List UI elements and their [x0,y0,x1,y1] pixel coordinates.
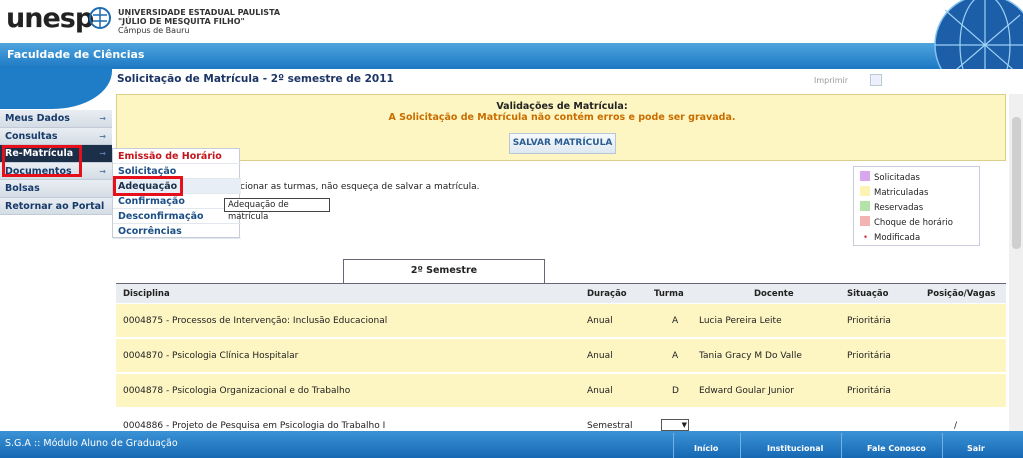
footer-title: S.G.A :: Módulo Aluno de Graduação [5,438,178,449]
footer-link-sair[interactable]: Sair [967,444,985,453]
university-name: UNIVERSIDADE ESTADUAL PAULISTA "JÚLIO DE… [118,8,281,35]
scrollbar-thumb[interactable] [1012,117,1021,249]
highlight-re-matricula [2,145,82,177]
footer-link-institucional[interactable]: Institucional [767,444,823,453]
sidebar-item-retornar[interactable]: Retornar ao Portal [0,197,112,215]
footer-link-fale-conosco[interactable]: Fale Conosco [867,444,926,453]
col-docente: Docente [754,289,794,299]
arrow-right-icon: → [99,149,106,158]
col-turma: Turma [654,289,684,299]
col-disciplina: Disciplina [123,289,170,299]
validation-message: A Solicitação de Matrícula não contém er… [388,112,736,123]
unesp-logo[interactable]: unesp [6,3,94,34]
unesp-emblem-icon [89,7,111,29]
sidebar-item-meus-dados[interactable]: Meus Dados → [0,110,112,128]
tooltip: Adequação de matrícula [224,198,330,222]
footer-link-inicio[interactable]: Início [694,444,718,453]
tab-2-semestre[interactable]: 2º Semestre [343,259,545,284]
turma-select[interactable]: ▼ [661,419,689,431]
legend-item: • Modificada [863,233,921,243]
table-header: Disciplina Duração Turma Docente Situaçã… [116,284,1006,303]
table-row[interactable]: 0004870 - Psicologia Clínica Hospitalar … [116,339,1006,372]
menu-item-confirmacao[interactable]: Confirmação [113,194,241,209]
legend-item: Matriculadas [860,186,928,200]
footer-divider [673,433,674,458]
col-duracao: Duração [587,289,627,299]
menu-item-ocorrencias[interactable]: Ocorrências [113,224,241,239]
expand-icon[interactable] [870,74,882,86]
chevron-down-icon: ▼ [681,421,687,429]
sidebar-item-bolsas[interactable]: Bolsas [0,180,112,198]
arrow-right-icon: → [99,114,106,123]
footer-divider [841,433,842,458]
table-row[interactable]: 0004875 - Processos de Intervenção: Incl… [116,304,1006,337]
arrow-right-icon: → [99,166,106,176]
footer-divider [942,433,943,458]
faculty-bar [0,43,1023,69]
legend-item: Reservadas [860,201,923,215]
print-link[interactable]: Imprimir [814,76,848,85]
header: unesp UNIVERSIDADE ESTADUAL PAULISTA "JÚ… [0,0,1023,43]
faculty-title: Faculdade de Ciências [7,48,145,61]
footer-divider [740,433,741,458]
menu-item-desconfirmacao[interactable]: Desconfirmação [113,209,241,224]
highlight-adequacao [113,176,183,196]
validation-title: Validações de Matrícula: [496,101,628,112]
validation-box: Validações de Matrícula: A Solicitação d… [116,94,1006,161]
menu-item-emissao-horario[interactable]: Emissão de Horário [113,149,241,164]
page-title: Solicitação de Matrícula - 2º semestre d… [117,73,394,85]
hint-text: cionar as turmas, não esqueça de salvar … [240,182,480,192]
legend-item: Solicitadas [860,171,920,185]
legend-item: Choque de horário [860,216,953,230]
arrow-right-icon: → [99,131,106,141]
sidebar-item-consultas[interactable]: Consultas → [0,127,112,145]
table-row[interactable]: 0004878 - Psicologia Organizacional e do… [116,374,1006,407]
save-button[interactable]: SALVAR MATRÍCULA [509,133,616,154]
legend: Solicitadas Matriculadas Reservadas Choq… [853,166,980,246]
col-situacao: Situação [847,289,889,299]
col-posicao: Posição/Vagas [927,289,996,299]
